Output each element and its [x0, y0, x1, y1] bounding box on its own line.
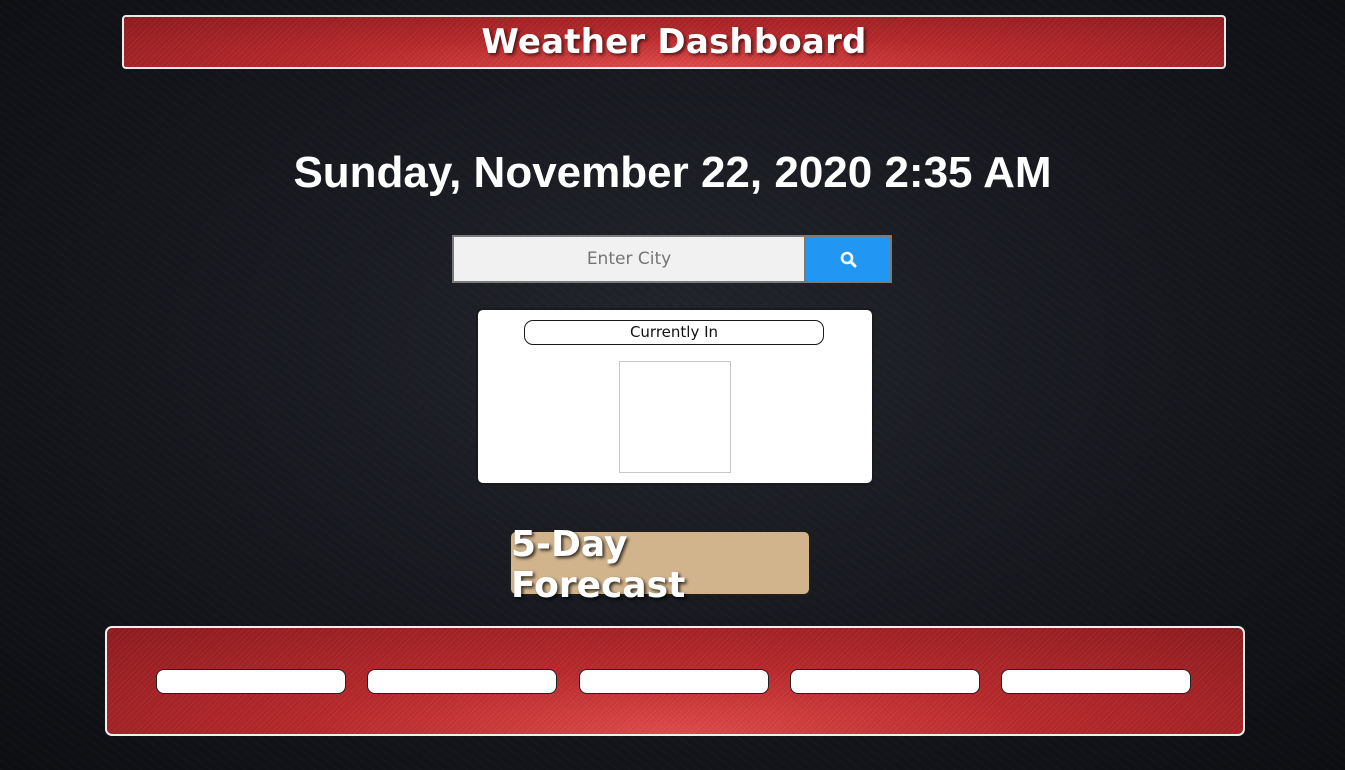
current-weather-card: Currently In [476, 308, 874, 485]
weather-icon [619, 361, 731, 473]
forecast-day-card-3 [579, 669, 769, 694]
forecast-day-card-5 [1001, 669, 1191, 694]
city-search-input[interactable] [452, 235, 805, 283]
current-datetime: Sunday, November 22, 2020 2:35 AM [293, 148, 1052, 197]
search-bar [452, 235, 892, 283]
forecast-day-card-4 [790, 669, 980, 694]
forecast-day-card-1 [156, 669, 346, 694]
current-city-label: Currently In [524, 320, 824, 345]
forecast-heading: 5-Day Forecast [511, 524, 686, 606]
forecast-panel [105, 626, 1245, 736]
app-header: Weather Dashboard [122, 15, 1226, 69]
search-icon [840, 251, 856, 267]
forecast-day-card-2 [367, 669, 557, 694]
forecast-heading-box: 5-Day Forecast [509, 524, 811, 606]
search-button[interactable] [805, 235, 892, 283]
page-title: Weather Dashboard [481, 22, 867, 62]
